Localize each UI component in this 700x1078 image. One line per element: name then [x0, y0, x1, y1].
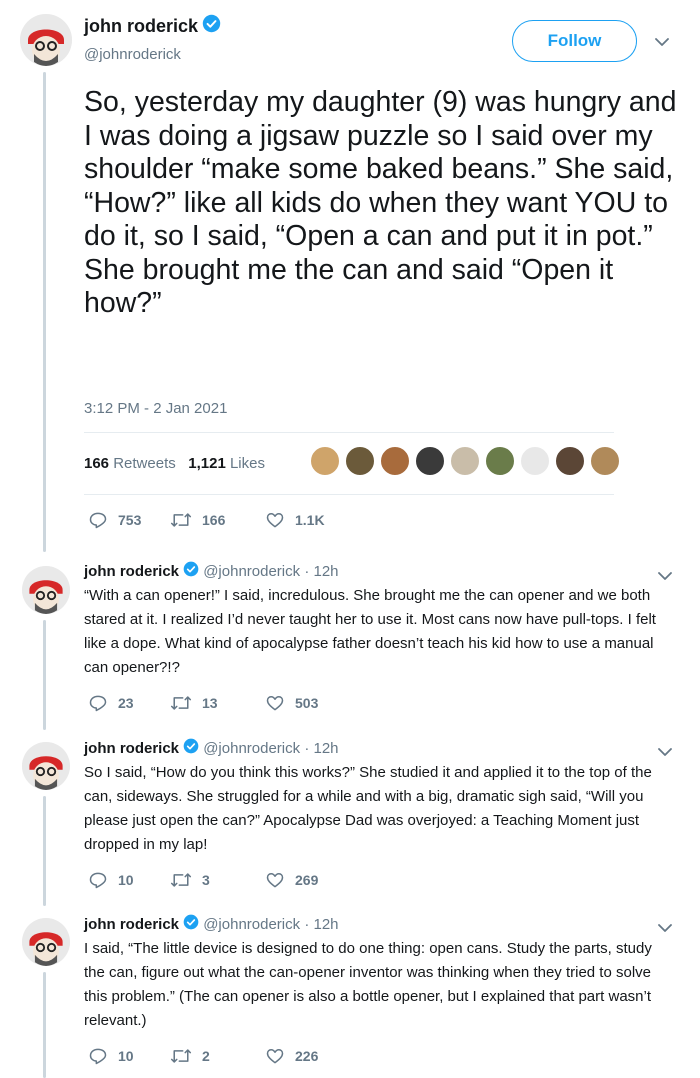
- tweet-timestamp[interactable]: 3:12 PM - 2 Jan 2021: [84, 400, 227, 417]
- liker-avatar[interactable]: [555, 446, 585, 476]
- like-button[interactable]: 269: [265, 870, 318, 890]
- retweet-button[interactable]: 2: [170, 1046, 265, 1066]
- thread-line: [43, 796, 46, 906]
- tweet-stats: 166 Retweets 1,121 Likes: [84, 455, 265, 472]
- liker-avatar[interactable]: [345, 446, 375, 476]
- retweet-count: 2: [202, 1048, 210, 1064]
- likers-avatars: [310, 446, 625, 482]
- retweet-count: 3: [202, 872, 210, 888]
- like-button[interactable]: 226: [265, 1046, 318, 1066]
- tweet-text: So, yesterday my daughter (9) was hungry…: [84, 86, 677, 319]
- follow-button[interactable]: Follow: [512, 20, 637, 62]
- liker-avatar[interactable]: [485, 446, 515, 476]
- display-name[interactable]: john roderick: [84, 740, 179, 757]
- author-name-row[interactable]: john roderick @johnroderick · 12h: [84, 561, 339, 581]
- tweet-time[interactable]: · 12h: [304, 916, 338, 933]
- avatar[interactable]: [20, 14, 72, 66]
- display-name[interactable]: john roderick: [84, 16, 198, 37]
- display-name[interactable]: john roderick: [84, 916, 179, 933]
- liker-avatar[interactable]: [520, 446, 550, 476]
- likes-count: 1,121: [188, 455, 226, 472]
- tweet-actions: 23 13 503: [88, 693, 318, 713]
- verified-badge-icon: [183, 561, 199, 581]
- retweet-button[interactable]: 166: [170, 510, 265, 530]
- retweets-label: Retweets: [113, 455, 176, 472]
- tweet-actions: 753 166 1.1K: [88, 510, 325, 530]
- like-button[interactable]: 1.1K: [265, 510, 325, 530]
- chevron-down-icon[interactable]: [658, 920, 672, 938]
- reply-icon: [89, 1048, 107, 1065]
- reply-button[interactable]: 753: [88, 510, 170, 530]
- reply-count: 10: [118, 872, 134, 888]
- heart-icon: [266, 1049, 284, 1064]
- verified-badge-icon: [183, 914, 199, 934]
- display-name[interactable]: john roderick: [84, 563, 179, 580]
- verified-badge-icon: [183, 738, 199, 758]
- divider: [84, 432, 614, 433]
- reply-count: 23: [118, 695, 134, 711]
- verified-badge-icon: [202, 14, 221, 38]
- reply-count: 753: [118, 512, 142, 528]
- chevron-down-icon[interactable]: [655, 34, 669, 52]
- liker-avatar[interactable]: [310, 446, 340, 476]
- retweet-button[interactable]: 13: [170, 693, 265, 713]
- retweet-icon: [170, 696, 192, 710]
- divider: [84, 494, 614, 495]
- avatar[interactable]: [22, 566, 70, 614]
- tweet-time[interactable]: · 12h: [304, 563, 338, 580]
- avatar[interactable]: [22, 742, 70, 790]
- handle[interactable]: @johnroderick: [203, 740, 300, 757]
- liker-avatar[interactable]: [590, 446, 620, 476]
- reply-button[interactable]: 10: [88, 1046, 170, 1066]
- reply-icon: [89, 512, 107, 529]
- author-name-row[interactable]: john roderick: [84, 14, 221, 38]
- reply-button[interactable]: 10: [88, 870, 170, 890]
- like-count: 1.1K: [295, 512, 325, 528]
- tweet-actions: 10 3 269: [88, 870, 318, 890]
- like-count: 269: [295, 872, 319, 888]
- handle-row: @johnroderick: [84, 46, 181, 63]
- tweet-time[interactable]: · 12h: [304, 740, 338, 757]
- heart-icon: [266, 513, 284, 528]
- likes-stat[interactable]: 1,121 Likes: [188, 455, 265, 472]
- handle[interactable]: @johnroderick: [203, 916, 300, 933]
- handle[interactable]: @johnroderick: [84, 46, 181, 63]
- handle[interactable]: @johnroderick: [203, 563, 300, 580]
- like-button[interactable]: 503: [265, 693, 318, 713]
- reply-button[interactable]: 23: [88, 693, 170, 713]
- author-name-row[interactable]: john roderick @johnroderick · 12h: [84, 914, 339, 934]
- reply-count: 10: [118, 1048, 134, 1064]
- retweet-count: 13: [202, 695, 218, 711]
- retweet-icon: [170, 873, 192, 887]
- thread-line: [43, 72, 46, 552]
- retweet-count: 166: [202, 512, 226, 528]
- retweet-button[interactable]: 3: [170, 870, 265, 890]
- liker-avatar[interactable]: [380, 446, 410, 476]
- liker-avatar[interactable]: [415, 446, 445, 476]
- thread-line: [43, 620, 46, 730]
- author-name-row[interactable]: john roderick @johnroderick · 12h: [84, 738, 339, 758]
- retweet-icon: [170, 513, 192, 527]
- tweet-text: “With a can opener!” I said, incredulous…: [84, 587, 656, 676]
- likes-label: Likes: [229, 455, 265, 472]
- thread-line: [43, 972, 46, 1078]
- retweets-stat[interactable]: 166 Retweets: [84, 455, 176, 472]
- heart-icon: [266, 696, 284, 711]
- like-count: 226: [295, 1048, 319, 1064]
- avatar[interactable]: [22, 918, 70, 966]
- retweet-icon: [170, 1049, 192, 1063]
- reply-icon: [89, 872, 107, 889]
- heart-icon: [266, 873, 284, 888]
- reply-icon: [89, 695, 107, 712]
- chevron-down-icon[interactable]: [658, 744, 672, 762]
- tweet-actions: 10 2 226: [88, 1046, 318, 1066]
- liker-avatar[interactable]: [450, 446, 480, 476]
- tweet-text: So I said, “How do you think this works?…: [84, 764, 652, 853]
- tweet-text: I said, “The little device is designed t…: [84, 940, 652, 1029]
- like-count: 503: [295, 695, 319, 711]
- retweets-count: 166: [84, 455, 110, 472]
